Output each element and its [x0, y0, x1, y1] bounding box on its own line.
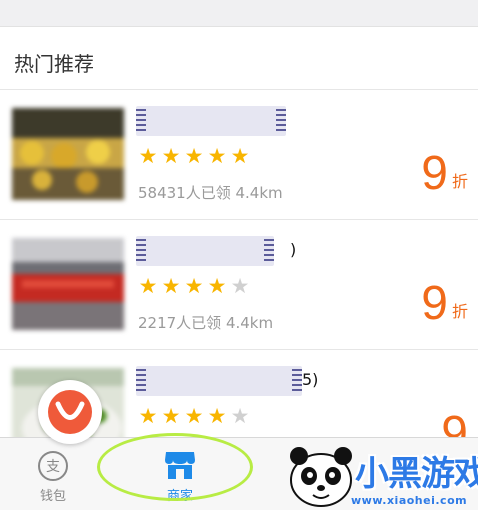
star-icon: ★ — [207, 274, 227, 298]
svg-text:支: 支 — [46, 459, 60, 475]
section-title: 热门推荐 — [14, 52, 94, 76]
highlight-annotation — [97, 433, 253, 501]
star-icon: ★ — [138, 144, 158, 168]
discount-unit: 折 — [451, 302, 468, 321]
merchant-thumbnail — [12, 108, 124, 200]
watermark: 小黑游戏 www.xiaohei.com — [285, 440, 478, 509]
star-icon: ★ — [184, 144, 204, 168]
discount-value: 9 — [421, 147, 448, 200]
alipay-icon: 支 — [37, 450, 69, 487]
star-icon: ★ — [207, 404, 227, 428]
rating-stars: ★ ★ ★ ★ ★ — [138, 406, 250, 428]
rating-stars: ★ ★ ★ ★ ★ — [138, 276, 250, 298]
discount-unit: 折 — [451, 172, 468, 191]
merchant-name-redacted — [136, 106, 286, 136]
watermark-logo-text: 小黑游戏 — [355, 454, 478, 494]
star-icon: ★ — [138, 404, 158, 428]
claim-count-distance: 58431人已领 4.4km — [138, 184, 283, 202]
merchant-name-tail: 5) — [302, 370, 319, 389]
star-icon: ★ — [230, 144, 250, 168]
star-icon: ★ — [207, 144, 227, 168]
merchant-card[interactable]: ★ ★ ★ ★ ★ 58431人已领 4.4km 9 折 — [0, 90, 478, 220]
koubei-icon — [48, 390, 92, 434]
star-empty-icon: ★ — [230, 404, 250, 428]
star-icon: ★ — [138, 274, 158, 298]
tab-wallet-label: 钱包 — [39, 489, 66, 504]
merchant-name-redacted — [136, 366, 302, 396]
section-header: 热门推荐 — [0, 27, 478, 90]
discount-value: 9 — [421, 277, 448, 330]
discount-badge: 9 折 — [421, 148, 468, 198]
discount-badge: 9 折 — [421, 278, 468, 328]
tab-wallet[interactable]: 支 钱包 — [20, 438, 86, 510]
panda-mascot-icon — [290, 447, 352, 507]
star-icon: ★ — [161, 274, 181, 298]
star-icon: ★ — [161, 144, 181, 168]
star-icon: ★ — [184, 274, 204, 298]
star-icon: ★ — [184, 404, 204, 428]
merchant-name-tail: ) — [290, 240, 297, 259]
star-icon: ★ — [161, 404, 181, 428]
merchant-card[interactable]: ) ★ ★ ★ ★ ★ 2217人已领 4.4km 9 折 — [0, 220, 478, 350]
merchant-thumbnail — [12, 238, 124, 330]
merchant-name-redacted — [136, 236, 274, 266]
rating-stars: ★ ★ ★ ★ ★ — [138, 146, 250, 168]
top-spacer — [0, 0, 478, 27]
floating-koubei-button[interactable] — [38, 380, 102, 444]
claim-count-distance: 2217人已领 4.4km — [138, 314, 274, 332]
watermark-url: www.xiaohei.com — [351, 494, 468, 507]
star-empty-icon: ★ — [230, 274, 250, 298]
